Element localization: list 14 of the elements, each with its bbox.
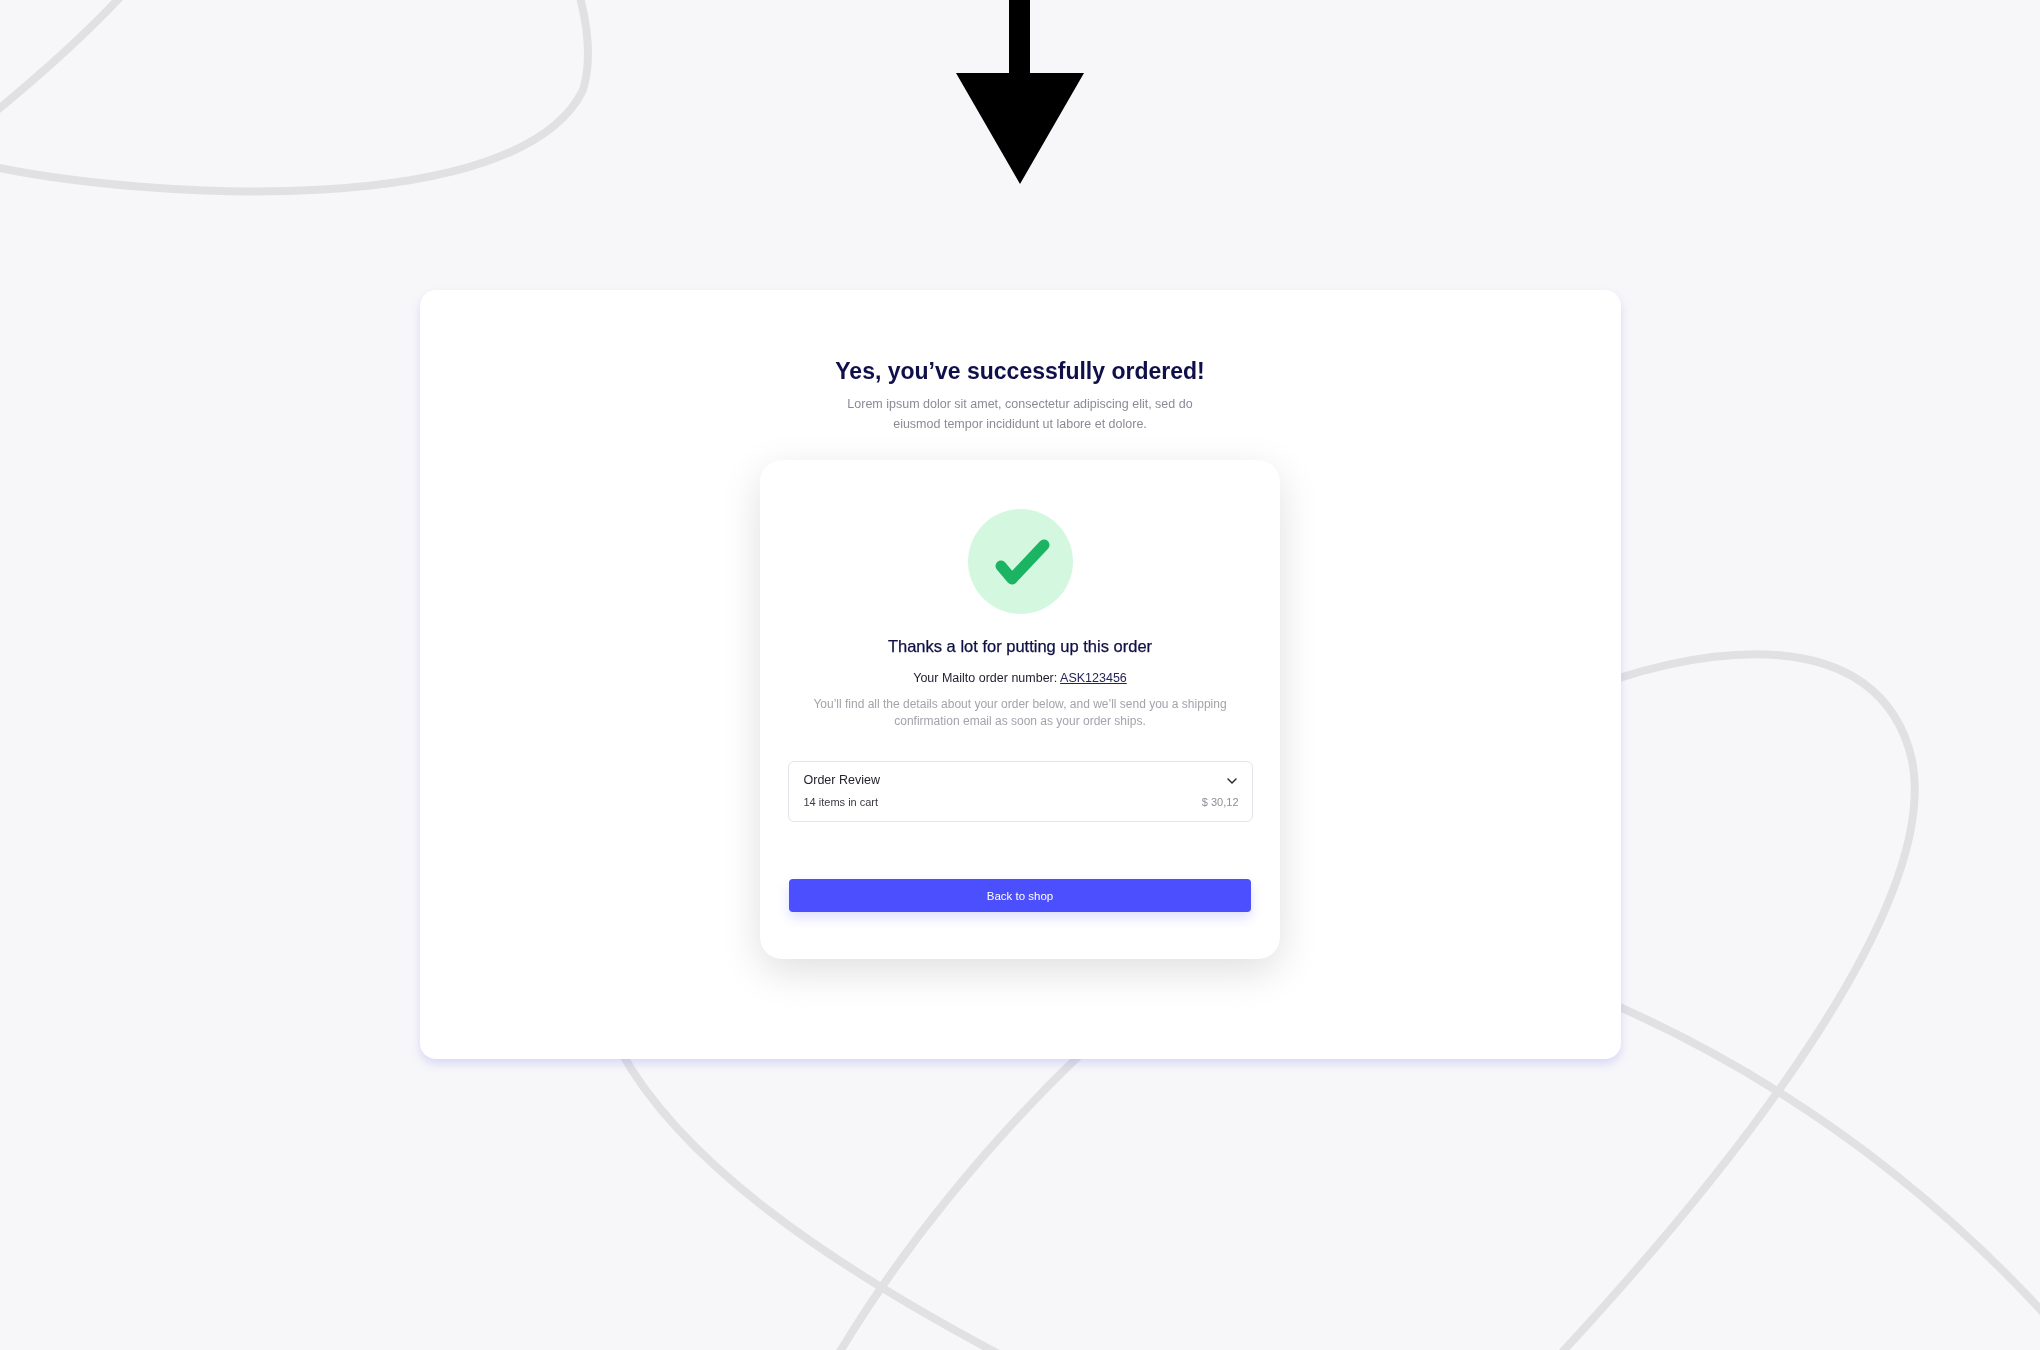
order-review-title: Order Review bbox=[803, 772, 880, 789]
order-number-text: Your Mailto order number: ASK123456 bbox=[913, 670, 1127, 687]
subtitle-text: Lorem ipsum dolor sit amet, consectetur adipiscing elit, sed do eiusmod tempor incididunt ut labore et dolore. bbox=[846, 396, 1194, 433]
shipping-message: You’ll find all the details about your order below, and we’ll send you a shipping confirmation email as soon as your order ships. bbox=[812, 696, 1228, 730]
order-review-accordion[interactable]: Order Review 14 items in cart $ 30,12 bbox=[787, 761, 1253, 822]
total-price: $ 30,12 bbox=[1201, 795, 1239, 810]
order-number-link[interactable]: ASK123456 bbox=[1060, 671, 1127, 685]
check-circle-icon bbox=[967, 509, 1073, 614]
page-title: Yes, you’ve successfully ordered! bbox=[835, 357, 1205, 385]
down-arrow-icon bbox=[956, 0, 1084, 184]
chevron-down-icon[interactable] bbox=[1226, 777, 1237, 784]
item-count-text: 14 items in cart bbox=[803, 795, 879, 810]
thanks-heading: Thanks a lot for putting up this order bbox=[887, 636, 1153, 657]
back-to-shop-button[interactable]: Back to shop bbox=[789, 879, 1251, 912]
